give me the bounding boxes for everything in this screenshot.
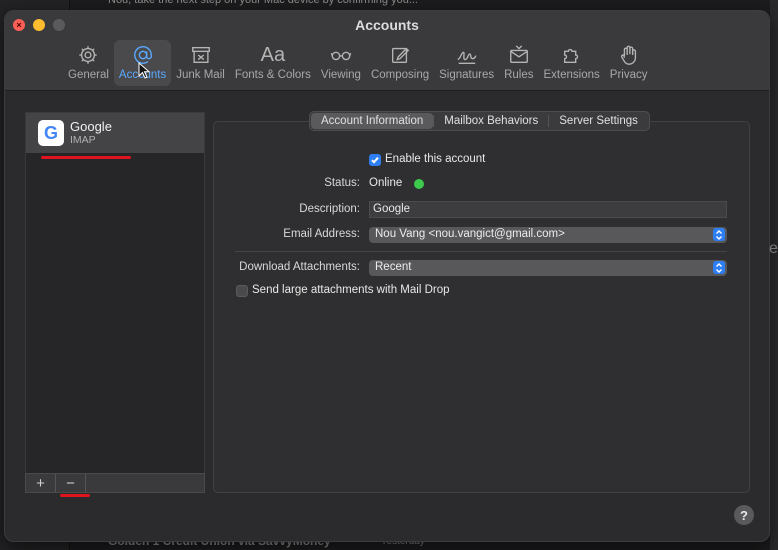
background-email-preview: Nou, take the next step on your Mac devi… (108, 0, 418, 6)
toolbar-privacy[interactable]: Privacy (605, 40, 653, 86)
enable-account-checkbox[interactable] (369, 154, 381, 166)
download-attachments-value: Recent (375, 261, 412, 273)
accounts-list: G Google IMAP (25, 112, 205, 474)
compose-pencil-icon (387, 43, 413, 67)
toolbar-extensions-label: Extensions (543, 69, 600, 81)
popup-stepper-icon (713, 261, 725, 274)
hand-icon (616, 43, 642, 67)
toolbar-viewing-label: Viewing (320, 69, 361, 81)
description-field[interactable]: Google (369, 201, 727, 218)
google-logo-icon: G (38, 120, 64, 146)
font-aa-icon: Aa (260, 43, 286, 66)
tab-server-settings[interactable]: Server Settings (549, 113, 648, 129)
checkmark-icon (371, 157, 379, 164)
toolbar-rules[interactable]: Rules (499, 40, 538, 86)
toolbar-privacy-label: Privacy (609, 69, 648, 81)
title-bar: × Accounts General Accounts Junk Mail Aa… (5, 11, 769, 91)
puzzle-piece-icon (559, 43, 585, 67)
mouse-pointer-icon (138, 62, 151, 79)
email-address-label: Email Address: (283, 228, 360, 240)
account-name: Google (70, 119, 112, 134)
toolbar-general-label: General (68, 69, 109, 81)
mail-drop-checkbox[interactable] (236, 285, 248, 297)
glasses-icon (328, 43, 354, 67)
accounts-preferences-window: × Accounts General Accounts Junk Mail Aa… (4, 10, 770, 542)
background-app-fragment: e (769, 240, 778, 257)
toolbar-rules-label: Rules (504, 69, 534, 81)
toolbar-accounts[interactable]: Accounts (113, 40, 172, 86)
account-type: IMAP (70, 134, 96, 146)
toolbar-general[interactable]: General (63, 40, 114, 86)
window-title: Accounts (355, 17, 419, 33)
signature-icon (454, 43, 480, 67)
toolbar-extensions[interactable]: Extensions (539, 40, 605, 86)
toolbar-fonts-colors-label: Fonts & Colors (234, 69, 311, 81)
toolbar-signatures-label: Signatures (439, 69, 495, 81)
background-app-edge (770, 0, 778, 550)
email-address-popup[interactable]: Nou Vang <nou.vangict@gmail.com> (369, 227, 727, 243)
add-account-button[interactable]: + (26, 474, 56, 492)
status-value: Online (369, 177, 403, 189)
form-separator (235, 251, 727, 252)
red-underline-annotation-remove (60, 494, 90, 497)
toolbar-signatures[interactable]: Signatures (434, 40, 499, 86)
gear-icon (75, 43, 101, 67)
red-underline-annotation (41, 156, 131, 159)
toolbar-junk-mail-label: Junk Mail (176, 69, 225, 81)
download-attachments-label: Download Attachments: (239, 261, 360, 273)
account-row-google[interactable]: G Google IMAP (26, 113, 204, 153)
mail-drop-label: Send large attachments with Mail Drop (252, 284, 450, 296)
account-text: Google IMAP (70, 119, 112, 147)
popup-stepper-icon (713, 228, 725, 241)
download-attachments-popup[interactable]: Recent (369, 260, 727, 276)
help-button[interactable]: ? (734, 505, 754, 525)
status-label: Status: (324, 177, 360, 189)
email-address-value: Nou Vang <nou.vangict@gmail.com> (375, 228, 565, 240)
tab-account-information[interactable]: Account Information (311, 113, 434, 129)
rules-envelope-icon (506, 43, 532, 67)
tab-mailbox-behaviors[interactable]: Mailbox Behaviors (434, 113, 548, 129)
enable-account-label: Enable this account (385, 153, 486, 165)
toolbar-viewing[interactable]: Viewing (316, 40, 366, 86)
accounts-list-buttons: + − (25, 473, 205, 493)
preferences-toolbar: General Accounts Junk Mail Aa Fonts & Co… (63, 40, 652, 86)
status-online-indicator (414, 179, 424, 189)
remove-account-button[interactable]: − (56, 474, 86, 492)
account-tabs: Account Information Mailbox Behaviors Se… (309, 111, 650, 131)
toolbar-fonts-colors[interactable]: Aa Fonts & Colors (230, 40, 316, 86)
toolbar-composing-label: Composing (370, 69, 430, 81)
toolbar-junk-mail[interactable]: Junk Mail (171, 40, 230, 86)
description-label: Description: (299, 203, 360, 215)
toolbar-composing[interactable]: Composing (366, 40, 434, 86)
junk-tray-icon (188, 43, 214, 67)
